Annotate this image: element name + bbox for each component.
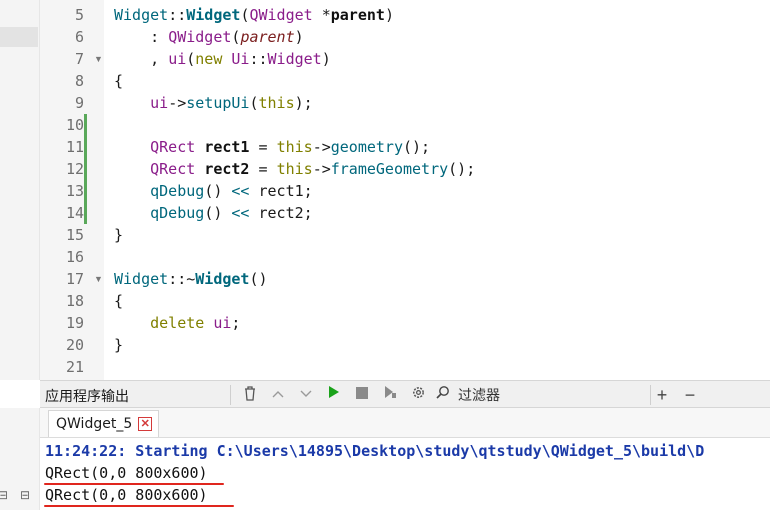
line-number: 19 [65,314,84,332]
output-pane-title: 应用程序输出 [45,389,129,405]
project-tree-selected-row[interactable] [0,27,38,47]
line-number: 6 [74,28,84,46]
code-line: Widget::~Widget() [114,270,268,288]
code-line: QRect rect2 = this->frameGeometry(); [150,160,476,178]
close-icon[interactable]: ✕ [138,417,153,431]
code-line: qDebug() << rect2; [150,204,313,222]
change-marker [84,114,87,224]
output-line-rect2: QRect(0,0 800x600) [45,486,208,504]
trash-icon[interactable] [240,385,260,405]
output-tab-bar: QWidget_5 ✕ [40,408,770,438]
code-line: , ui(new Ui::Widget) [114,50,331,68]
code-line: } [114,226,124,244]
filter-input[interactable]: 过滤器 [458,385,500,405]
line-number: 13 [65,182,84,200]
line-number: 16 [65,248,84,266]
toolbar-divider [230,385,231,405]
arrow-up-icon[interactable] [268,385,288,405]
line-number: 15 [65,226,84,244]
line-number: 21 [65,358,84,376]
code-line: } [114,336,124,354]
project-tree-panel [0,0,40,380]
fold-arrow-icon[interactable]: ▼ [94,268,103,290]
toolbar-divider [650,385,651,405]
output-pane-toolbar: 应用程序输出 过滤器 + − [40,380,770,408]
tab-label: QWidget_5 [56,416,133,432]
line-number: 11 [65,138,84,156]
left-panel-bottom: ⊟ ⊟ [0,408,40,510]
panel-icon[interactable]: ⊟ [0,488,8,502]
code-line: { [114,72,124,90]
gear-icon[interactable] [408,385,428,405]
code-line: Widget::Widget(QWidget *parent) [114,6,394,24]
tab-qwidget-5[interactable]: QWidget_5 ✕ [48,410,160,437]
plus-icon[interactable]: + [652,385,672,405]
output-line-rect1: QRect(0,0 800x600) [45,464,208,482]
play-icon[interactable] [324,385,344,405]
line-number: 5 [74,6,84,24]
filter-panel-icon[interactable]: ⊟ [20,488,30,502]
code-line: qDebug() << rect1; [150,182,313,200]
line-number-gutter: 5 6 7 ▼ 8 9 10 11 12 13 14 15 16 17 ▼ 18 19 20 21 [40,0,104,380]
line-number: 14 [65,204,84,222]
line-number: 10 [65,116,84,134]
fold-arrow-icon[interactable]: ▼ [94,48,103,70]
line-number: 20 [65,336,84,354]
code-line: ui->setupUi(this); [150,94,313,112]
annotation-underline [44,505,234,507]
debug-icon[interactable] [380,385,400,405]
line-number: 12 [65,160,84,178]
arrow-down-icon[interactable] [296,385,316,405]
line-number: 18 [65,292,84,310]
line-number: 7 [74,50,84,68]
search-icon [433,385,453,405]
line-number: 9 [74,94,84,112]
line-number: 17 [65,270,84,288]
code-line: QRect rect1 = this->geometry(); [150,138,431,156]
application-output[interactable]: 11:24:22: Starting C:\Users\14895\Deskto… [40,438,770,510]
minus-icon[interactable]: − [680,385,700,405]
output-line-start: 11:24:22: Starting C:\Users\14895\Deskto… [45,442,705,460]
code-line: : QWidget(parent) [114,28,304,46]
line-number: 8 [74,72,84,90]
stop-icon[interactable] [352,385,372,405]
code-line: { [114,292,124,310]
code-editor[interactable]: 5 6 7 ▼ 8 9 10 11 12 13 14 15 16 17 ▼ 18 19 20 21 Widget::… [40,0,770,380]
code-line: delete ui; [150,314,241,332]
